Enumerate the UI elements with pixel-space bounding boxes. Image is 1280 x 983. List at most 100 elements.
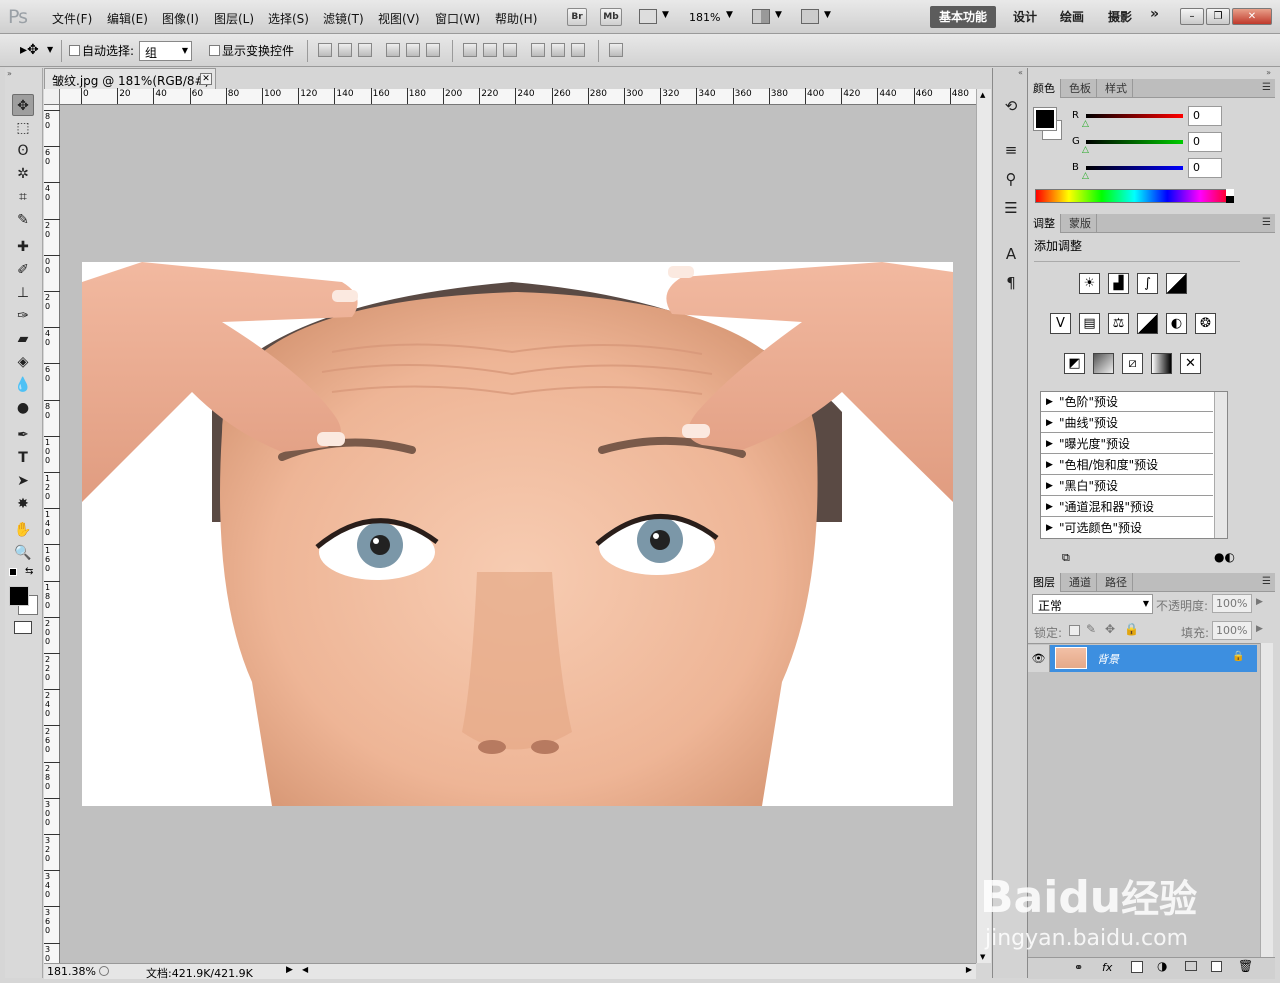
menu-window[interactable]: 窗口(W) — [435, 10, 480, 27]
preset-channel-mixer[interactable]: ▶ "通道混和器"预设 — [1041, 497, 1213, 517]
close-icon[interactable]: ✕ — [200, 73, 212, 85]
slider-handle-icon[interactable]: △ — [1082, 171, 1089, 181]
shape-tool-icon[interactable]: ✸ — [12, 493, 34, 515]
preset-hue-saturation[interactable]: ▶ "色相/饱和度"预设 — [1041, 455, 1213, 475]
close-button[interactable]: ✕ — [1232, 8, 1272, 25]
character-panel-icon[interactable]: A — [1001, 244, 1021, 264]
healing-brush-tool-icon[interactable]: ✚ — [12, 236, 34, 258]
threshold-icon[interactable]: ⧄ — [1122, 353, 1143, 374]
vibrance-icon[interactable]: V — [1050, 313, 1071, 334]
fill-input[interactable]: 100% — [1212, 621, 1252, 640]
menu-filter[interactable]: 滤镜(T) — [323, 10, 364, 27]
distribute-bottom-icon[interactable] — [503, 43, 517, 57]
scroll-up-icon[interactable]: ▲ — [980, 91, 985, 99]
pen-tool-icon[interactable]: ✒ — [12, 424, 34, 446]
clip-icon[interactable]: ⧉ — [1062, 551, 1070, 565]
eye-icon[interactable]: 👁 — [1028, 645, 1050, 672]
hue-saturation-icon[interactable]: ▤ — [1079, 313, 1100, 334]
status-menu-arrow-icon[interactable]: ▶ — [286, 965, 293, 975]
chevron-right-icon[interactable]: ▶ — [1256, 624, 1263, 634]
minimize-button[interactable]: – — [1180, 8, 1204, 25]
channel-mixer-icon[interactable]: ❂ — [1195, 313, 1216, 334]
panel-menu-icon[interactable]: ☰ — [1262, 82, 1271, 93]
photo-filter-icon[interactable]: ◐ — [1166, 313, 1187, 334]
view-extras-icon[interactable] — [639, 9, 657, 24]
status-zoom[interactable]: 181.38% — [47, 965, 96, 978]
blur-tool-icon[interactable]: 💧 — [12, 374, 34, 396]
chevron-right-icon[interactable]: ▶ — [1256, 597, 1263, 607]
bw-swatch[interactable] — [1226, 189, 1234, 203]
distribute-right-icon[interactable] — [571, 43, 585, 57]
scroll-left-icon[interactable]: ◀ — [302, 965, 308, 974]
fg-color-swatch[interactable] — [1033, 107, 1057, 131]
posterize-icon[interactable] — [1093, 353, 1114, 374]
eraser-tool-icon[interactable]: ▰ — [12, 328, 34, 350]
slider-handle-icon[interactable]: △ — [1082, 145, 1089, 155]
swap-colors-icon[interactable]: ⇆ — [25, 566, 33, 577]
history-brush-tool-icon[interactable]: ✑ — [12, 305, 34, 327]
lasso-tool-icon[interactable]: ʘ — [12, 140, 34, 162]
auto-select-checkbox[interactable] — [69, 45, 80, 56]
document-tab[interactable]: 皱纹.jpg @ 181%(RGB/8#) ✕ — [44, 68, 216, 89]
foreground-color-swatch[interactable] — [9, 586, 29, 606]
menu-edit[interactable]: 编辑(E) — [107, 10, 148, 27]
trash-icon[interactable]: 🗑 — [1238, 959, 1253, 973]
tab-styles[interactable]: 样式 — [1100, 79, 1133, 98]
lock-position-icon[interactable]: ✥ — [1105, 622, 1115, 636]
layer-row[interactable]: 👁 背景 🔒 — [1028, 645, 1257, 672]
layer-name[interactable]: 背景 — [1097, 651, 1119, 667]
preset-black-white[interactable]: ▶ "黑白"预设 — [1041, 476, 1213, 496]
panel-menu-icon[interactable]: ☰ — [1262, 576, 1271, 587]
distribute-hcenter-icon[interactable] — [551, 43, 565, 57]
color-balance-icon[interactable]: ⚖ — [1108, 313, 1129, 334]
menu-layer[interactable]: 图层(L) — [214, 10, 254, 27]
chevron-down-icon[interactable]: ▼ — [824, 10, 831, 20]
menu-select[interactable]: 选择(S) — [268, 10, 309, 27]
selective-color-icon[interactable]: ✕ — [1180, 353, 1201, 374]
paint-bucket-tool-icon[interactable]: ◈ — [12, 351, 34, 373]
color-spectrum-bar[interactable] — [1035, 189, 1234, 203]
lock-transparent-icon[interactable] — [1069, 625, 1080, 636]
auto-select-dropdown[interactable]: 组 ▼ — [139, 41, 192, 61]
workspace-design[interactable]: 设计 — [1013, 8, 1037, 25]
distribute-top-icon[interactable] — [463, 43, 477, 57]
chevron-down-icon[interactable]: ▼ — [726, 10, 733, 20]
hand-tool-icon[interactable]: ✋ — [12, 519, 34, 541]
r-slider[interactable] — [1086, 114, 1183, 118]
levels-icon[interactable]: ▟ — [1108, 273, 1129, 294]
move-tool-icon[interactable]: ▸✥ — [20, 42, 39, 58]
distribute-left-icon[interactable] — [531, 43, 545, 57]
preset-levels[interactable]: ▶ "色阶"预设 — [1041, 392, 1213, 412]
group-icon[interactable] — [1185, 961, 1197, 971]
mask-icon[interactable] — [1131, 961, 1143, 973]
document-image[interactable] — [82, 262, 953, 806]
tab-channels[interactable]: 通道 — [1064, 573, 1097, 592]
align-vcenter-icon[interactable] — [338, 43, 352, 57]
r-value-input[interactable]: 0 — [1188, 106, 1222, 126]
align-top-icon[interactable] — [318, 43, 332, 57]
bridge-button[interactable]: Br — [567, 8, 587, 26]
panel-menu-icon[interactable]: ☰ — [1262, 217, 1271, 228]
brightness-contrast-icon[interactable]: ☀ — [1079, 273, 1100, 294]
path-select-tool-icon[interactable]: ➤ — [12, 470, 34, 492]
tab-swatches[interactable]: 色板 — [1064, 79, 1097, 98]
zoom-level[interactable]: 181% — [689, 11, 720, 24]
paragraph-panel-icon[interactable]: ¶ — [1001, 273, 1021, 293]
b-value-input[interactable]: 0 — [1188, 158, 1222, 178]
collapse-icon[interactable]: « — [1018, 68, 1023, 77]
tab-paths[interactable]: 路径 — [1100, 573, 1133, 592]
minibridge-button[interactable]: Mb — [600, 8, 622, 26]
default-colors-icon[interactable] — [9, 568, 17, 576]
lock-all-icon[interactable]: 🔒 — [1124, 622, 1139, 636]
distribute-vcenter-icon[interactable] — [483, 43, 497, 57]
chevron-down-icon[interactable]: ▼ — [662, 10, 669, 20]
chevron-down-icon[interactable]: ▼ — [47, 45, 53, 54]
workspace-photography[interactable]: 摄影 — [1108, 8, 1132, 25]
visibility-toggle-icon[interactable]: ●◐ — [1214, 550, 1235, 564]
black-white-icon[interactable] — [1137, 313, 1158, 334]
gradient-map-icon[interactable] — [1151, 353, 1172, 374]
tab-color[interactable]: 颜色 — [1028, 79, 1061, 98]
curves-icon[interactable]: ∫ — [1137, 273, 1158, 294]
workspace-painting[interactable]: 绘画 — [1060, 8, 1084, 25]
clone-stamp-tool-icon[interactable]: ⊥ — [12, 282, 34, 304]
